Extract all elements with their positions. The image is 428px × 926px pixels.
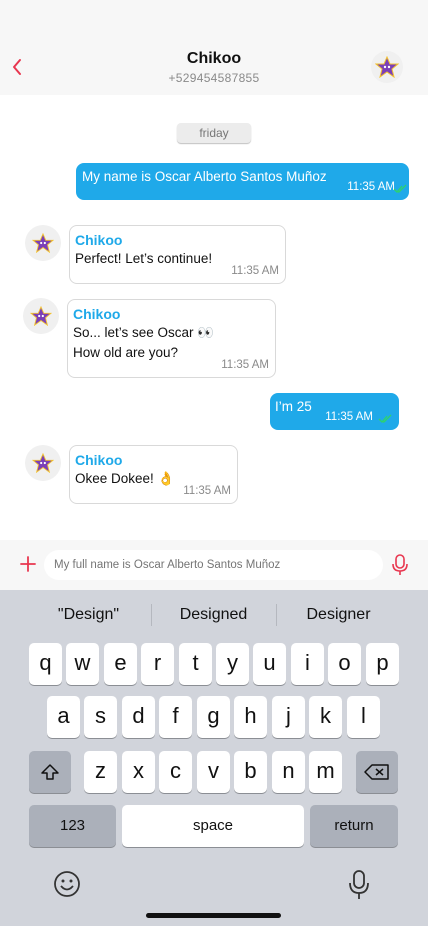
message-time: 11:35 AM: [231, 265, 279, 277]
message-text: Perfect! Let’s continue!: [75, 251, 213, 266]
incoming-message[interactable]: Chikoo So... let’s see Oscar 👀 How old a…: [67, 299, 276, 378]
message-time: 11:35 AM: [221, 359, 269, 371]
shift-key[interactable]: [29, 751, 71, 793]
key-j[interactable]: j: [272, 696, 305, 738]
bot-star-icon: [32, 233, 54, 253]
bot-avatar: [25, 225, 61, 261]
bot-avatar: [25, 445, 61, 481]
contact-name: Chikoo: [186, 50, 242, 67]
key-q[interactable]: q: [29, 643, 62, 685]
key-x[interactable]: x: [122, 751, 155, 793]
message-text: My name is Oscar Alberto Santos Muñoz: [82, 169, 327, 184]
incoming-message[interactable]: Chikoo Okee Dokee! 👌 11:35 AM: [69, 445, 238, 504]
message-input[interactable]: [44, 550, 383, 580]
message-time: 11:35 AM: [183, 485, 231, 497]
bot-star-icon: [375, 56, 399, 78]
plus-icon: [20, 556, 36, 572]
key-t[interactable]: t: [179, 643, 212, 685]
bot-star-icon: [30, 306, 52, 326]
key-o[interactable]: o: [328, 643, 361, 685]
key-v[interactable]: v: [197, 751, 230, 793]
dictation-button[interactable]: [346, 869, 372, 901]
outgoing-message[interactable]: I’m 25 11:35 AM: [270, 393, 399, 430]
microphone-icon: [392, 554, 408, 575]
voice-record-button[interactable]: [390, 553, 410, 577]
bot-avatar: [23, 298, 59, 334]
attach-button[interactable]: [18, 554, 38, 574]
key-y[interactable]: y: [216, 643, 249, 685]
key-l[interactable]: l: [347, 696, 380, 738]
contact-avatar[interactable]: [371, 51, 403, 83]
incoming-message[interactable]: Chikoo Perfect! Let’s continue! 11:35 AM: [69, 225, 286, 284]
key-p[interactable]: p: [366, 643, 399, 685]
key-h[interactable]: h: [234, 696, 267, 738]
space-key[interactable]: space: [122, 805, 304, 847]
key-d[interactable]: d: [122, 696, 155, 738]
key-n[interactable]: n: [272, 751, 305, 793]
suggestion-2[interactable]: Designed: [151, 606, 276, 624]
contact-phone: +529454587855: [168, 71, 260, 85]
key-u[interactable]: u: [253, 643, 286, 685]
chat-header: Chikoo +529454587855: [0, 0, 428, 95]
suggestion-3[interactable]: Designer: [276, 606, 401, 624]
key-b[interactable]: b: [234, 751, 267, 793]
home-indicator[interactable]: [146, 913, 281, 918]
double-check-icon: [393, 184, 407, 193]
message-time: 11:35 AM: [347, 181, 395, 193]
key-g[interactable]: g: [197, 696, 230, 738]
date-separator: friday: [177, 123, 251, 143]
key-z[interactable]: z: [84, 751, 117, 793]
key-s[interactable]: s: [84, 696, 117, 738]
backspace-icon: [364, 764, 389, 780]
key-f[interactable]: f: [159, 696, 192, 738]
emoji-button[interactable]: [52, 869, 82, 899]
message-text-line-1: So... let’s see Oscar 👀: [73, 325, 215, 340]
emoji-icon: [54, 871, 80, 897]
message-text-line-2: How old are you?: [73, 345, 179, 360]
sender-name: Chikoo: [75, 452, 123, 468]
numbers-key[interactable]: 123: [29, 805, 116, 847]
sender-name: Chikoo: [75, 232, 123, 248]
message-text: Okee Dokee! 👌: [75, 471, 175, 486]
key-a[interactable]: a: [47, 696, 80, 738]
key-w[interactable]: w: [66, 643, 99, 685]
key-k[interactable]: k: [309, 696, 342, 738]
key-r[interactable]: r: [141, 643, 174, 685]
outgoing-message[interactable]: My name is Oscar Alberto Santos Muñoz 11…: [76, 163, 409, 200]
message-time: 11:35 AM: [325, 411, 373, 423]
message-composer: [0, 540, 428, 590]
message-text: I’m 25: [275, 399, 312, 414]
key-c[interactable]: c: [159, 751, 192, 793]
key-m[interactable]: m: [309, 751, 342, 793]
double-check-icon: [378, 414, 392, 423]
keyboard: "Design" Designed Designer q w e r t y u…: [0, 590, 428, 926]
key-e[interactable]: e: [104, 643, 137, 685]
backspace-key[interactable]: [356, 751, 398, 793]
suggestion-1[interactable]: "Design": [26, 606, 151, 624]
return-key[interactable]: return: [310, 805, 398, 847]
sender-name: Chikoo: [73, 306, 121, 322]
key-i[interactable]: i: [291, 643, 324, 685]
shift-icon: [41, 764, 59, 780]
dictation-icon: [349, 870, 369, 899]
bot-star-icon: [32, 453, 54, 473]
